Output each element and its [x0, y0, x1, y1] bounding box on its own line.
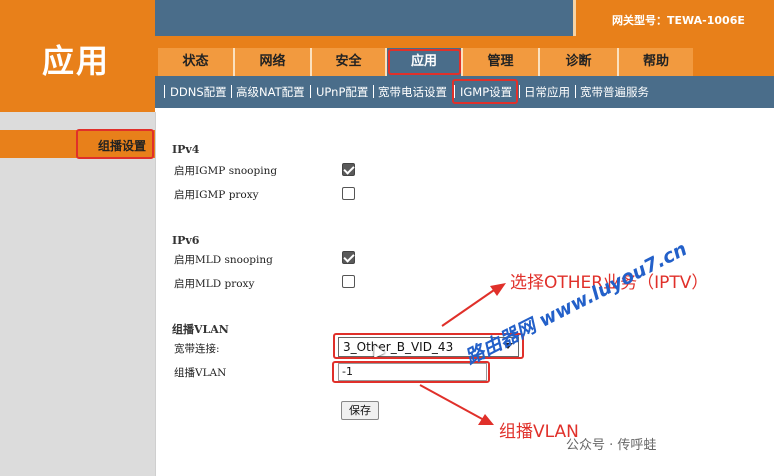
page-title: 应用: [41, 42, 110, 80]
router-admin-page: 应用 网关型号：TEWA-1006E 状态 网络 安全 应用 管理 诊断 帮助 …: [0, 0, 774, 476]
subnav-item-voip[interactable]: 宽带电话设置: [378, 84, 447, 100]
subnav-divider: [519, 85, 520, 98]
subnav-divider: [575, 85, 576, 98]
tab-network[interactable]: 网络: [235, 48, 310, 76]
subnav-divider: [231, 85, 232, 98]
tab-management[interactable]: 管理: [463, 48, 538, 76]
subnav-item-ddns[interactable]: DDNS配置: [170, 84, 227, 100]
mld-proxy-label: 启用MLD proxy: [174, 278, 255, 290]
sidebar: [0, 112, 155, 476]
model-label: 网关型号：TEWA-1006E: [612, 14, 745, 27]
wan-connection-label: 宽带连接:: [174, 343, 220, 355]
mld-snooping-label: 启用MLD snooping: [174, 254, 273, 266]
mld-proxy-checkbox[interactable]: [342, 275, 355, 288]
subnav-item-advanced-nat[interactable]: 高级NAT配置: [236, 84, 305, 100]
multicast-vlan-label: 组播VLAN: [174, 367, 227, 379]
multicast-vlan-section-title: 组播VLAN: [172, 323, 229, 336]
highlight-subnav-igmp: [452, 79, 518, 104]
subnav-divider: [373, 85, 374, 98]
igmp-snooping-checkbox[interactable]: [342, 163, 355, 176]
highlight-tab-application: [388, 49, 461, 75]
subnav-item-upnp[interactable]: UPnP配置: [316, 84, 368, 100]
model-tab: 网关型号：TEWA-1006E: [573, 0, 774, 36]
wechat-watermark: 公众号 · 传呼蛙: [566, 438, 657, 453]
save-button[interactable]: 保存: [341, 401, 379, 420]
ipv6-section-title: IPv6: [172, 234, 200, 247]
tab-status[interactable]: 状态: [158, 48, 233, 76]
subnav-divider: [310, 85, 311, 98]
highlight-sidebar-multicast: [76, 129, 154, 159]
highlight-vlan-input: [332, 361, 490, 383]
igmp-proxy-label: 启用IGMP proxy: [174, 189, 259, 201]
subnav-item-daily-apps[interactable]: 日常应用: [524, 84, 570, 100]
ipv4-section-title: IPv4: [172, 143, 200, 156]
subnav-item-universal-service[interactable]: 宽带普遍服务: [580, 84, 649, 100]
main-nav: 状态 网络 安全 应用 管理 诊断 帮助: [155, 36, 774, 76]
subnav-divider: [164, 85, 165, 98]
tab-diagnostics[interactable]: 诊断: [540, 48, 617, 76]
igmp-snooping-label: 启用IGMP snooping: [174, 165, 278, 177]
tab-security[interactable]: 安全: [312, 48, 385, 76]
igmp-proxy-checkbox[interactable]: [342, 187, 355, 200]
tab-help[interactable]: 帮助: [619, 48, 693, 76]
mld-snooping-checkbox[interactable]: [342, 251, 355, 264]
